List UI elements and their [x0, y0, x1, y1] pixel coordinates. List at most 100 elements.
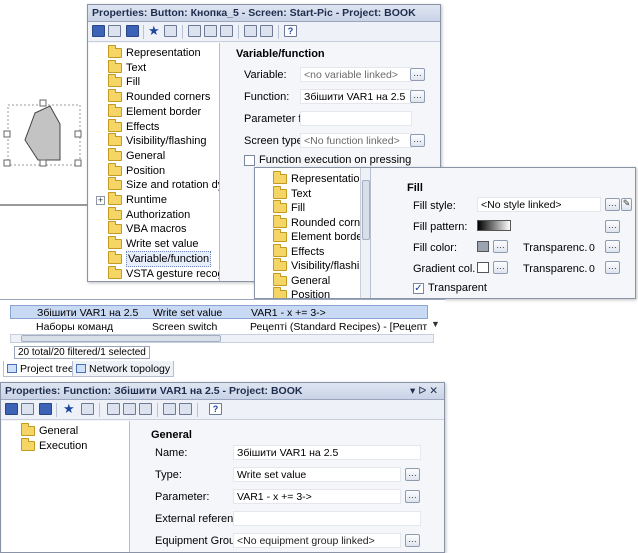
screen-canvas [0, 0, 95, 230]
screen-type-field[interactable]: <No function linked> [300, 133, 412, 148]
chevron-down-icon[interactable]: ▼ [431, 319, 440, 329]
function-list-panel: Збішити VAR1 на 2.5 Write set value VAR1… [0, 299, 445, 377]
fill-pattern-browse-button[interactable]: … [605, 220, 620, 233]
sort-icon[interactable] [39, 403, 52, 415]
horizontal-scrollbar[interactable] [10, 334, 434, 343]
fill-color-swatch[interactable] [477, 241, 489, 252]
transparency-value-1[interactable]: 0 [589, 242, 595, 254]
tab-project-tree[interactable]: Project tree [3, 361, 78, 377]
name-field[interactable]: Збішити VAR1 на 2.5 [233, 445, 421, 460]
type-field[interactable]: Write set value [233, 467, 401, 482]
tab-label: Network topology [89, 363, 171, 375]
expand-icon[interactable]: + [96, 196, 105, 205]
tree-item-label: Element border [291, 231, 367, 243]
collapse-all-icon[interactable] [179, 403, 192, 415]
list-row-selected[interactable]: Збішити VAR1 на 2.5 Write set value VAR1… [10, 305, 428, 319]
tree-item-label: Effects [126, 120, 160, 133]
folder-icon [273, 243, 287, 257]
gradient-color-browse-button[interactable]: … [493, 261, 508, 274]
folder-icon [108, 89, 122, 103]
function-field[interactable]: Збішити VAR1 на 2.5 [300, 89, 412, 104]
list-row[interactable]: Наборы команд Screen switch Рецепті (Sta… [10, 320, 428, 334]
external-reference-field[interactable] [233, 511, 421, 526]
folder-icon [108, 45, 122, 58]
fill-style-edit-button[interactable]: ✎ [621, 198, 632, 211]
fill-color-browse-button[interactable]: … [493, 240, 508, 253]
paste-icon[interactable] [204, 25, 217, 37]
tree-scrollbar[interactable] [360, 168, 370, 298]
transparency-browse-button-2[interactable]: … [605, 261, 620, 274]
expand-all-icon[interactable] [163, 403, 176, 415]
favorites-star-icon[interactable]: ★ [148, 24, 161, 37]
tree-item-label: Representation [126, 47, 201, 59]
scrollbar-thumb[interactable] [362, 180, 370, 240]
row-type: Screen switch [152, 321, 218, 333]
fill-pattern-swatch[interactable] [477, 220, 511, 231]
window-icon[interactable] [139, 403, 152, 415]
hscroll-thumb[interactable] [21, 335, 221, 342]
polygon-shape[interactable] [0, 0, 95, 230]
group-header: Variable/function [236, 48, 325, 60]
copy-icon[interactable] [107, 403, 120, 415]
sort-icon[interactable] [126, 25, 139, 37]
property-pages-icon[interactable] [164, 25, 177, 37]
tree-item-label: Fill [126, 76, 141, 89]
row-param: VAR1 - x += 3-> [251, 307, 326, 319]
fill-style-field[interactable]: <No style linked> [477, 197, 601, 212]
type-browse-button[interactable]: … [405, 468, 420, 481]
tree-item-label: Runtime [126, 194, 167, 206]
alphabetical-icon[interactable] [21, 403, 34, 415]
transparency-value-2[interactable]: 0 [589, 263, 595, 275]
favorites-star-icon[interactable]: ★ [63, 402, 76, 415]
general-group-header: General [151, 429, 192, 441]
status-bar: 20 total/20 filtered/1 selected [14, 346, 150, 359]
equipment-group-browse-button[interactable]: … [405, 534, 420, 547]
tree-item-label: Visibility/flashing [291, 260, 371, 272]
folder-icon [108, 221, 122, 235]
folder-icon [273, 272, 287, 286]
gradient-color-swatch[interactable] [477, 262, 489, 273]
row-name: Наборы команд [36, 321, 114, 333]
copy-icon[interactable] [188, 25, 201, 37]
expand-all-icon[interactable] [244, 25, 257, 37]
fill-style-label: Fill style: [413, 200, 456, 212]
window-controls[interactable]: ▾ ᐅ ✕ [410, 385, 438, 397]
fill-style-browse-button[interactable]: … [605, 198, 620, 211]
variable-browse-button[interactable]: … [410, 68, 425, 81]
tree-item-label: Position [126, 164, 166, 177]
variable-field[interactable]: <no variable linked> [300, 67, 412, 82]
tree-item-label: Authorization [126, 208, 191, 221]
categorized-icon[interactable] [92, 25, 105, 37]
tree-item-label: Write set value [126, 238, 199, 251]
folder-icon [273, 171, 287, 184]
properties-window-fill: Representation Text Fill Rounded corners Ele… [254, 167, 636, 299]
row-type: Write set value [153, 307, 223, 319]
help-icon[interactable]: ? [284, 25, 297, 37]
parameter-browse-button[interactable]: … [405, 490, 420, 503]
tree-item-label: General [126, 149, 166, 162]
equipment-group-field[interactable]: <No equipment group linked> [233, 533, 401, 548]
collapse-all-icon[interactable] [260, 25, 273, 37]
transparency-browse-button-1[interactable]: … [605, 240, 620, 253]
tree-item-label: Text [291, 187, 312, 200]
property-pages-icon[interactable] [81, 403, 94, 415]
project-tree-icon [7, 364, 17, 373]
transparent-checkbox[interactable]: ✓ [413, 283, 424, 294]
help-icon[interactable]: ? [209, 403, 222, 415]
categorized-icon[interactable] [5, 403, 18, 415]
function-browse-button[interactable]: … [410, 90, 425, 103]
parameter-field[interactable] [300, 111, 412, 126]
properties-window-function: Properties: Function: Збішити VAR1 на 2.… [0, 382, 445, 553]
paste-icon[interactable] [123, 403, 136, 415]
window-icon[interactable] [220, 25, 233, 37]
function-exec-checkbox[interactable] [244, 155, 255, 166]
toolbar: ★ ? [1, 400, 444, 420]
transparent-label: Transparent [428, 282, 487, 294]
tab-network-topology[interactable]: Network topology [72, 361, 175, 377]
tree-item-label: Effects [291, 245, 325, 258]
screen-type-browse-button[interactable]: … [410, 134, 425, 147]
folder-icon [108, 206, 122, 220]
folder-icon [273, 185, 287, 199]
parameter-field[interactable]: VAR1 - x += 3-> [233, 489, 401, 504]
alphabetical-icon[interactable] [108, 25, 121, 37]
